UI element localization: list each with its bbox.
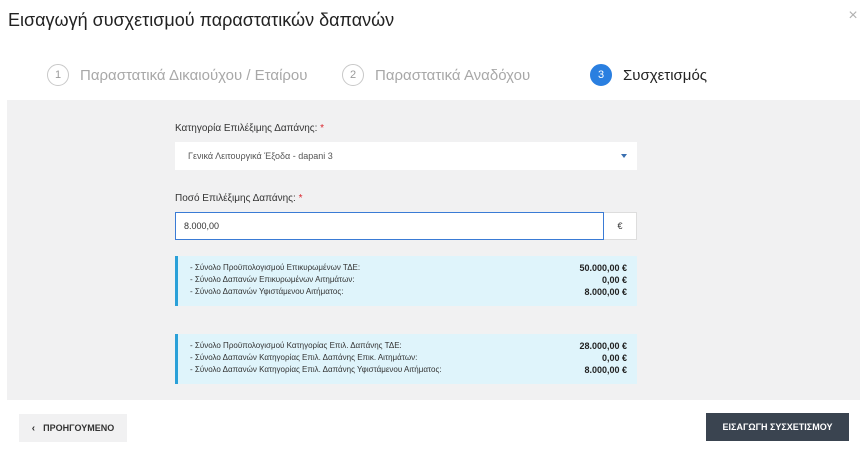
caret-down-icon[interactable] (621, 154, 627, 158)
summary-value: 8.000,00 € (584, 365, 627, 375)
summary-value: 50.000,00 € (579, 263, 627, 273)
summary-row: - Σύνολο Δαπανών Υφιστάμενου Αιτήματος: … (190, 286, 627, 298)
amount-input[interactable] (175, 212, 604, 240)
summary-value: 0,00 € (601, 353, 627, 363)
step-label: Συσχετισμός (623, 66, 708, 84)
summary-row: - Σύνολο Προϋπολογισμού Κατηγορίας Επιλ.… (190, 340, 627, 352)
chevron-left-icon: ‹ (31, 422, 36, 434)
step-number: 3 (590, 64, 612, 86)
category-select[interactable]: Γενικά Λειτουργικά Έξοδα - dapani 3 (175, 142, 637, 170)
amount-label-text: Ποσό Επιλέξιμης Δαπάνης: (175, 193, 296, 204)
summary-row: - Σύνολο Προϋπολογισμού Επικυρωμένων ΤΔΕ… (190, 262, 627, 274)
currency-addon: € (604, 212, 637, 240)
submit-correlation-button[interactable]: ΕΙΣΑΓΩΓΗ ΣΥΣΧΕΤΙΣΜΟΥ (706, 413, 849, 441)
summary-label: - Σύνολο Προϋπολογισμού Κατηγορίας Επιλ.… (190, 341, 402, 350)
amount-label: Ποσό Επιλέξιμης Δαπάνης: * (175, 193, 302, 204)
step-label: Παραστατικά Αναδόχου (375, 66, 531, 84)
previous-button-label: ΠΡΟΗΓΟΥΜΕΝΟ (43, 423, 115, 433)
modal-title: Εισαγωγή συσχετισμού παραστατικών δαπανώ… (8, 10, 395, 30)
category-label: Κατηγορία Επιλέξιμης Δαπάνης: * (175, 123, 324, 134)
summary-label: - Σύνολο Δαπανών Κατηγορίας Επιλ. Δαπάνη… (190, 353, 418, 362)
summary-label: - Σύνολο Δαπανών Υφιστάμενου Αιτήματος: (190, 287, 344, 296)
required-mark: * (298, 193, 303, 204)
step-number: 1 (47, 64, 69, 86)
submit-button-label: ΕΙΣΑΓΩΓΗ ΣΥΣΧΕΤΙΣΜΟΥ (722, 422, 833, 432)
close-icon[interactable]: × (845, 8, 861, 24)
summary-label: - Σύνολο Προϋπολογισμού Επικυρωμένων ΤΔΕ… (190, 263, 361, 272)
summary-value: 8.000,00 € (584, 287, 627, 297)
stepper: 1 Παραστατικά Δικαιούχου / Εταίρου 2 Παρ… (0, 62, 867, 88)
required-mark: * (320, 123, 325, 134)
step-number: 2 (342, 64, 364, 86)
category-label-text: Κατηγορία Επιλέξιμης Δαπάνης: (175, 123, 318, 134)
summary-value: 28.000,00 € (579, 341, 627, 351)
category-select-value: Γενικά Λειτουργικά Έξοδα - dapani 3 (188, 151, 333, 161)
summary-row: - Σύνολο Δαπανών Επικυρωμένων Αιτημάτων:… (190, 274, 627, 286)
summary-label: - Σύνολο Δαπανών Επικυρωμένων Αιτημάτων: (190, 275, 355, 284)
step-label: Παραστατικά Δικαιούχου / Εταίρου (80, 66, 308, 84)
step-1[interactable]: 1 Παραστατικά Δικαιούχου / Εταίρου (47, 62, 307, 88)
summary-label: - Σύνολο Δαπανών Κατηγορίας Επιλ. Δαπάνη… (190, 365, 442, 374)
summary-row: - Σύνολο Δαπανών Κατηγορίας Επιλ. Δαπάνη… (190, 352, 627, 364)
step-3[interactable]: 3 Συσχετισμός (590, 62, 707, 88)
summary-row: - Σύνολο Δαπανών Κατηγορίας Επιλ. Δαπάνη… (190, 364, 627, 376)
step-2[interactable]: 2 Παραστατικά Αναδόχου (342, 62, 530, 88)
summary-value: 0,00 € (601, 275, 627, 285)
previous-button[interactable]: ‹ ΠΡΟΗΓΟΥΜΕΝΟ (19, 414, 127, 442)
summary-box-total: - Σύνολο Προϋπολογισμού Επικυρωμένων ΤΔΕ… (175, 256, 637, 306)
summary-box-category: - Σύνολο Προϋπολογισμού Κατηγορίας Επιλ.… (175, 334, 637, 384)
